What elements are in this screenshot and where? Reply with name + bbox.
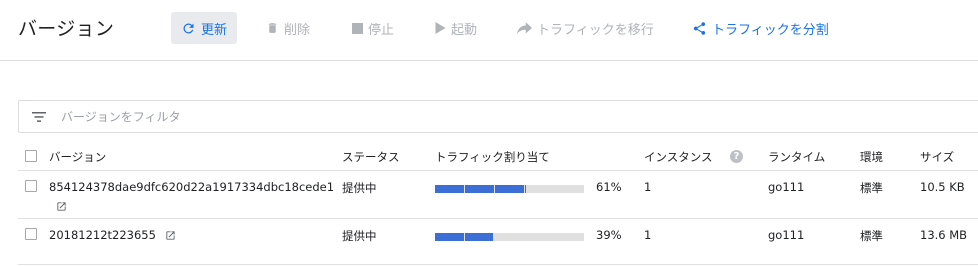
col-traffic[interactable]: トラフィック割り当て — [435, 149, 550, 165]
open-in-new-icon[interactable] — [165, 230, 176, 241]
table-row: 854124378dae9dfc620d22a1917334dbc18cede1… — [18, 171, 978, 219]
open-in-new-icon — [57, 202, 66, 211]
size-text: 13.6 MB — [920, 228, 968, 242]
version-link[interactable]: 20181212t223655 — [49, 228, 176, 242]
toolbar: バージョン 更新 削除 停止 起動 トラフィックを移行 トラフィックを分割 — [0, 0, 978, 61]
migrate-traffic-button[interactable]: トラフィックを移行 — [507, 12, 664, 44]
trash-icon — [268, 23, 277, 33]
stop-label: 停止 — [368, 22, 395, 38]
help-icon[interactable]: ? — [730, 150, 743, 163]
filter-icon — [32, 111, 46, 122]
version-link-text[interactable]: 20181212t223655 — [49, 228, 156, 242]
instances-count: 1 — [644, 228, 652, 242]
status-text: 提供中 — [342, 181, 377, 195]
environment-text: 標準 — [860, 229, 883, 243]
split-traffic-label: トラフィックを分割 — [712, 22, 829, 38]
traffic-bar-segment — [465, 185, 494, 193]
traffic-bar — [435, 185, 584, 193]
start-label: 起動 — [451, 22, 478, 38]
table-header-row: バージョン ステータス トラフィック割り当て インスタンス ? ランタイム 環境… — [18, 142, 978, 171]
filter-input[interactable] — [61, 102, 661, 131]
traffic-bar-segment — [495, 185, 524, 193]
size-text: 10.5 KB — [920, 180, 965, 194]
open-external-button[interactable] — [56, 196, 67, 215]
refresh-label: 更新 — [201, 22, 228, 38]
versions-table: バージョン ステータス トラフィック割り当て インスタンス ? ランタイム 環境… — [18, 142, 978, 265]
col-size[interactable]: サイズ — [920, 149, 954, 165]
traffic-percent: 61% — [596, 180, 622, 194]
traffic-percent: 39% — [596, 228, 622, 242]
delete-label: 削除 — [284, 22, 311, 38]
runtime-text: go111 — [768, 228, 805, 242]
environment-text: 標準 — [860, 181, 883, 195]
refresh-button[interactable]: 更新 — [171, 12, 238, 44]
col-environment[interactable]: 環境 — [860, 149, 883, 165]
col-instances[interactable]: インスタンス — [644, 149, 713, 165]
col-status[interactable]: ステータス — [342, 149, 400, 165]
migrate-traffic-label: トラフィックを移行 — [537, 22, 654, 38]
status-text: 提供中 — [342, 229, 377, 243]
version-link[interactable]: 854124378dae9dfc620d22a1917334dbc18cede1 — [49, 180, 334, 194]
filter-bar — [18, 100, 978, 133]
col-runtime[interactable]: ランタイム — [768, 149, 825, 165]
page-title: バージョン — [18, 18, 115, 40]
stop-icon — [352, 22, 363, 34]
forward-arrow-icon — [517, 21, 532, 34]
versions-page: バージョン 更新 削除 停止 起動 トラフィックを移行 トラフィックを分割 バー… — [0, 0, 978, 266]
stop-button[interactable]: 停止 — [342, 12, 404, 44]
instances-count: 1 — [644, 180, 652, 194]
split-icon — [693, 21, 706, 35]
delete-button[interactable]: 削除 — [256, 12, 320, 44]
traffic-bar-segment — [435, 185, 464, 193]
table-row: 20181212t223655 提供中 39% 1 go111 標準 13.6 … — [18, 219, 978, 265]
play-icon — [435, 22, 446, 34]
row-checkbox[interactable] — [25, 180, 37, 192]
runtime-text: go111 — [768, 180, 805, 194]
split-traffic-button[interactable]: トラフィックを分割 — [682, 12, 839, 44]
traffic-bar-segment — [525, 185, 526, 193]
refresh-icon — [183, 22, 194, 33]
select-all-checkbox[interactable] — [25, 150, 37, 162]
traffic-bar-segment — [465, 233, 493, 241]
col-version[interactable]: バージョン — [49, 149, 106, 165]
start-button[interactable]: 起動 — [425, 12, 487, 44]
traffic-bar — [435, 233, 584, 241]
row-checkbox[interactable] — [25, 228, 37, 240]
traffic-bar-segment — [435, 233, 464, 241]
